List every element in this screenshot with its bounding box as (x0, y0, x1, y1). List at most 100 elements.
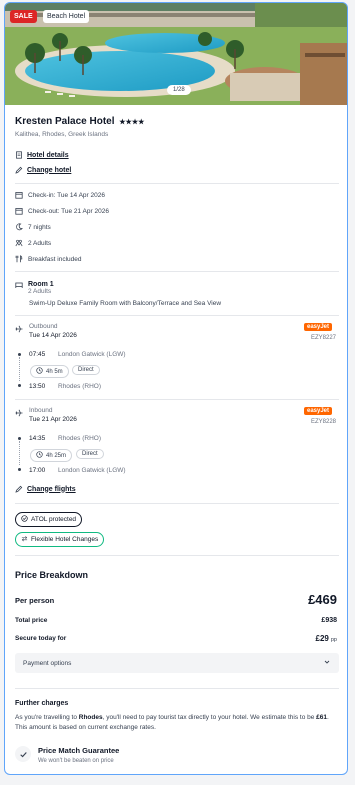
flexible-badge: Flexible Hotel Changes (15, 532, 105, 547)
inbound-duration-pill: 4h 25m (30, 449, 73, 462)
shield-check-icon (21, 515, 28, 524)
board-text: Breakfast included (28, 255, 82, 263)
check-out-row: Check-out: Tue 21 Apr 2026 (15, 207, 109, 215)
hotel-name-text: Kresten Palace Hotel (15, 116, 115, 127)
hotel-details-link[interactable]: Hotel details (15, 151, 69, 159)
further-text-b: , you'll need to pay tourist tax directl… (102, 714, 317, 721)
inbound-label: Inbound (29, 407, 53, 414)
further-amount: £61 (316, 714, 328, 721)
inbound-stops-pill: Direct (76, 449, 104, 459)
divider (15, 503, 339, 504)
document-icon (15, 151, 23, 159)
board-row: Breakfast included (15, 255, 81, 263)
further-destination: Rhodes (78, 714, 103, 721)
change-hotel-label: Change hotel (27, 166, 72, 174)
guests-row: 2 Adults (15, 239, 51, 247)
inbound-arr-time: 17:00 (29, 467, 46, 474)
check-icon (15, 746, 31, 762)
moon-icon (15, 223, 23, 231)
outbound-arr-airport: Rhodes (RHO) (58, 383, 101, 390)
divider (15, 399, 339, 400)
cutlery-icon (15, 255, 23, 263)
change-hotel-link[interactable]: Change hotel (15, 166, 71, 174)
change-flights-label: Change flights (27, 485, 76, 493)
outbound-duration: 4h 5m (46, 368, 63, 375)
easyjet-logo: easyJet (304, 323, 333, 331)
calendar-icon (15, 191, 23, 199)
pencil-icon (15, 166, 23, 174)
outbound-stops-pill: Direct (72, 365, 100, 375)
chevron-down-icon (323, 658, 331, 668)
further-charges-text: As you're travelling to Rhodes, you'll n… (15, 713, 339, 733)
payment-options-label: Payment options (23, 659, 72, 667)
per-person-value: £469 (308, 592, 337, 607)
nights-text: 7 nights (28, 223, 51, 231)
check-in-row: Check-in: Tue 14 Apr 2026 (15, 191, 105, 199)
pencil-icon (15, 485, 23, 493)
per-person-label: Per person (15, 596, 55, 605)
swap-icon (21, 535, 28, 544)
atol-label: ATOL protected (31, 516, 77, 523)
calendar-icon (15, 207, 23, 215)
inbound-stops: Direct (82, 451, 98, 457)
plane-icon (15, 325, 23, 333)
departure-dot (18, 353, 21, 356)
timeline-line (19, 441, 20, 465)
nights-row: 7 nights (15, 223, 51, 231)
divider (15, 555, 339, 556)
divider (15, 688, 339, 689)
clock-icon (36, 367, 43, 376)
outbound-flight-number: EZY8227 (311, 335, 337, 341)
outbound-label: Outbound (29, 323, 58, 330)
price-match-title: Price Match Guarantee (38, 746, 120, 755)
outbound-duration-pill: 4h 5m (30, 365, 69, 378)
total-value: £938 (321, 617, 337, 624)
atol-badge: ATOL protected (15, 512, 83, 527)
plane-icon (15, 409, 23, 417)
check-out-text: Check-out: Tue 21 Apr 2026 (28, 207, 109, 215)
divider (15, 315, 339, 316)
divider (15, 183, 339, 184)
further-text-a: As you're travelling to (15, 714, 79, 721)
outbound-arr-time: 13:50 (29, 383, 46, 390)
room-title: Room 1 (28, 281, 54, 288)
further-charges-heading: Further charges (15, 700, 69, 707)
secure-suffix: pp (330, 637, 337, 643)
room-block: Room 1 2 Adults (15, 281, 54, 295)
secure-price: £29 pp (316, 634, 337, 643)
divider (15, 271, 339, 272)
outbound-dep-time: 07:45 (29, 351, 46, 358)
inbound-flight-number: EZY8228 (311, 419, 337, 425)
star-rating: ★★★★ (119, 119, 145, 126)
secure-label: Secure today for (15, 635, 67, 642)
inbound-date: Tue 21 Apr 2026 (29, 416, 77, 423)
change-flights-link[interactable]: Change flights (15, 485, 76, 493)
payment-options-dropdown[interactable]: Payment options (15, 653, 339, 673)
inbound-dep-time: 14:35 (29, 435, 46, 442)
photo-counter: 1/28 (167, 85, 191, 95)
guests-text: 2 Adults (28, 239, 52, 247)
room-guests: 2 Adults (28, 288, 52, 295)
check-in-text: Check-in: Tue 14 Apr 2026 (28, 191, 105, 199)
arrival-dot (18, 384, 21, 387)
booking-summary-card: SALE Beach Hotel 1/28 Kresten Palace Hot… (4, 2, 348, 775)
bed-icon (15, 281, 23, 289)
category-badge: Beach Hotel (43, 10, 90, 23)
inbound-arr-airport: London Gatwick (LGW) (58, 467, 126, 474)
hotel-photo[interactable]: SALE Beach Hotel 1/28 (5, 3, 347, 105)
departure-dot (18, 437, 21, 440)
hotel-details-label: Hotel details (27, 151, 69, 159)
outbound-stops: Direct (78, 367, 94, 373)
clock-icon (36, 451, 43, 460)
secure-value: £29 (315, 634, 329, 643)
inbound-dep-airport: Rhodes (RHO) (58, 435, 101, 442)
easyjet-logo: easyJet (304, 407, 333, 415)
price-match-subtitle: We won't be beaten on price (38, 758, 114, 764)
room-description: Swim-Up Deluxe Family Room with Balcony/… (29, 300, 222, 307)
total-label: Total price (15, 617, 48, 624)
sale-badge: SALE (10, 10, 37, 23)
people-icon (15, 239, 23, 247)
arrival-dot (18, 468, 21, 471)
outbound-dep-airport: London Gatwick (LGW) (58, 351, 126, 358)
inbound-duration: 4h 25m (46, 452, 67, 459)
